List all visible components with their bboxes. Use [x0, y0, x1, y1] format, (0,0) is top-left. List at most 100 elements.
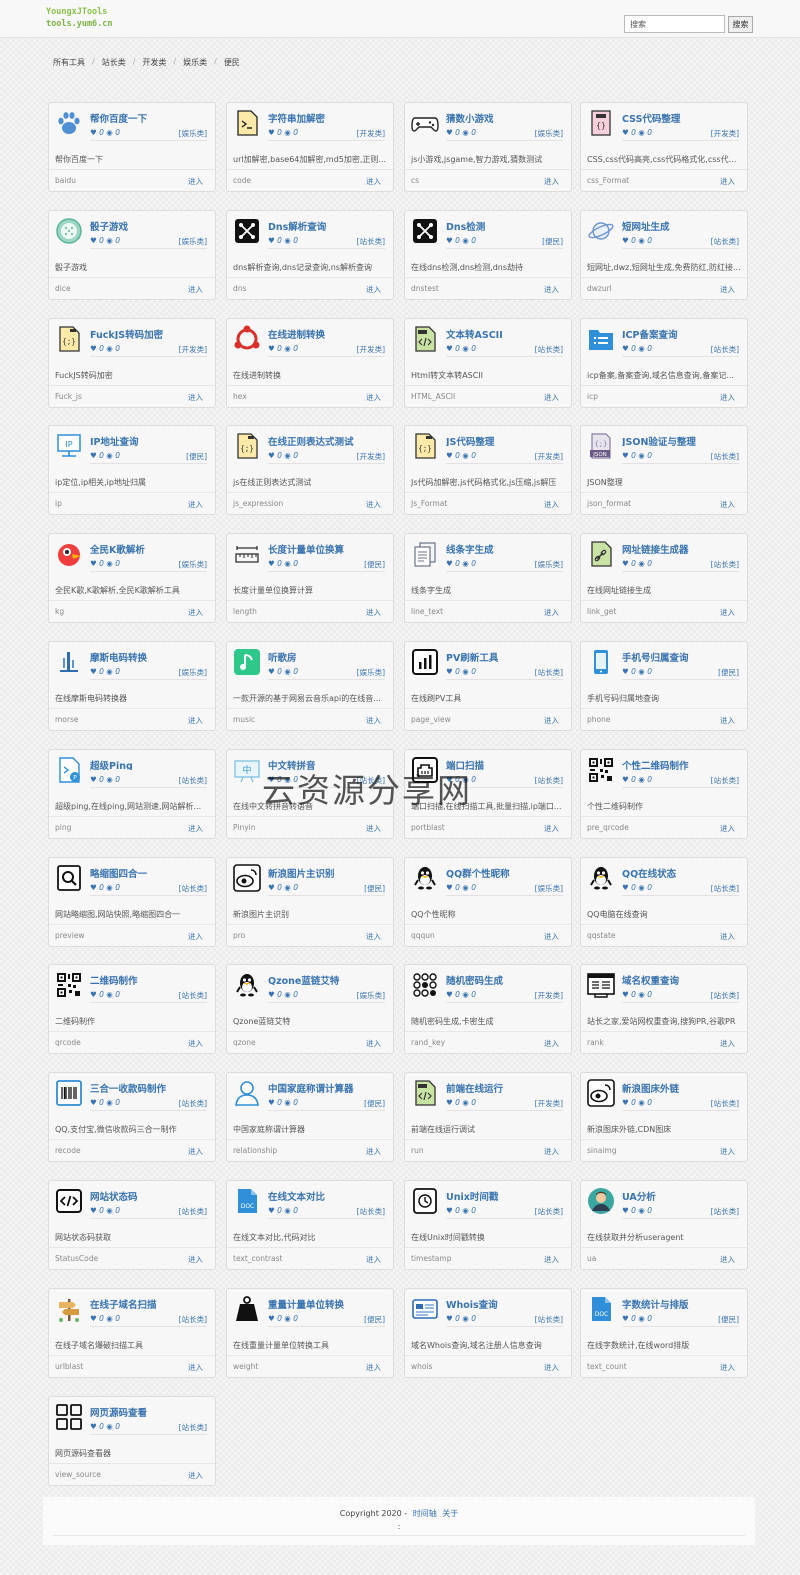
tool-title[interactable]: 线条字生成 — [446, 542, 566, 554]
enter-link[interactable]: 进入 — [720, 715, 735, 726]
tool-title[interactable]: 帮你百度一下 — [90, 111, 210, 123]
tool-card[interactable]: PV刷新工具 ♥ 0 ◉ 0 [站长类] 在线刷PV工具 page_view 进入 — [404, 641, 572, 731]
tool-card[interactable]: 帮你百度一下 ♥ 0 ◉ 0 [娱乐类] 帮你百度一下 baidu 进入 — [48, 102, 216, 192]
category-webmaster[interactable]: 站长类 — [102, 57, 126, 69]
tool-card[interactable]: {} CSS代码整理 ♥ 0 ◉ 0 [开发类] CSS,css代码高亮,css代码格式… — [580, 102, 748, 192]
tool-card[interactable]: 猜数小游戏 ♥ 0 ◉ 0 [娱乐类] js小游戏,jsgame,智力游戏,猜数测试 c… — [404, 102, 572, 192]
enter-link[interactable]: 进入 — [188, 1362, 203, 1373]
tool-card[interactable]: 短网址生成 ♥ 0 ◉ 0 [站长类] 短网址,dwz,短网址生成,免费防红,防红接.… — [580, 210, 748, 300]
tool-title[interactable]: PV刷新工具 — [446, 650, 566, 662]
tool-card[interactable]: P 超级Ping ♥ 0 ◉ 0 [站长类] 超级ping,在线ping,网站测速,网站… — [48, 749, 216, 839]
tool-title[interactable]: Unix时间戳 — [446, 1189, 566, 1201]
enter-link[interactable]: 进入 — [720, 931, 735, 942]
footer-link-timeline[interactable]: 时间轴 — [413, 1509, 437, 1518]
tool-title[interactable]: 新浪图片主识别 — [268, 866, 388, 878]
enter-link[interactable]: 进入 — [720, 1254, 735, 1265]
tool-card[interactable]: 网址链接生成器 ♥ 0 ◉ 0 [站长类] 在线网址链接生成 link_get 进入 — [580, 533, 748, 623]
enter-link[interactable]: 进入 — [188, 499, 203, 510]
tool-card[interactable]: Dns检测 ♥ 0 ◉ 0 [便民] 在线dns检测,dns检测,dns劫持 dnste… — [404, 210, 572, 300]
tool-card[interactable]: Unix时间戳 ♥ 0 ◉ 0 [站长类] 在线Unix时间戳转换 timestamp 进… — [404, 1180, 572, 1270]
tool-card[interactable]: 在线子域名扫描 ♥ 0 ◉ 0 [站长类] 在线子域名爆破扫描工具 urlblast 进入 — [48, 1288, 216, 1378]
enter-link[interactable]: 进入 — [544, 1362, 559, 1373]
tool-card[interactable]: 网页源码查看 ♥ 0 ◉ 0 [站长类] 网页源码查看器 view_source 进入 — [48, 1396, 216, 1486]
tool-title[interactable]: 全民K歌解析 — [90, 542, 210, 554]
tool-title[interactable]: FuckJS转码加密 — [90, 327, 210, 339]
enter-link[interactable]: 进入 — [720, 823, 735, 834]
tool-title[interactable]: 骰子游戏 — [90, 219, 210, 231]
tool-title[interactable]: 手机号归属查询 — [622, 650, 742, 662]
tool-card[interactable]: 二维码制作 ♥ 0 ◉ 0 [站长类] 二维码制作 qrcode 进入 — [48, 964, 216, 1054]
tool-card[interactable]: 字符串加解密 ♥ 0 ◉ 0 [开发类] url加解密,base64加解密,md5加密… — [226, 102, 394, 192]
enter-link[interactable]: 进入 — [188, 931, 203, 942]
tool-title[interactable]: ICP备案查询 — [622, 327, 742, 339]
enter-link[interactable]: 进入 — [366, 1254, 381, 1265]
enter-link[interactable]: 进入 — [366, 176, 381, 187]
tool-title[interactable]: 在线正则表达式测试 — [268, 434, 388, 446]
enter-link[interactable]: 进入 — [188, 823, 203, 834]
tool-card[interactable]: 在线进制转换 ♥ 0 ◉ 0 [开发类] 在线进制转换 hex 进入 — [226, 318, 394, 408]
tool-card[interactable]: 端口扫描 ♥ 0 ◉ 0 [站长类] 端口扫描,在线扫描工具,批量扫描,ip端口...… — [404, 749, 572, 839]
enter-link[interactable]: 进入 — [720, 1146, 735, 1157]
enter-link[interactable]: 进入 — [188, 1470, 203, 1481]
tool-title[interactable]: Whois查询 — [446, 1297, 566, 1309]
tool-title[interactable]: UA分析 — [622, 1189, 742, 1201]
tool-card[interactable]: 中国家庭称谓计算器 ♥ 0 ◉ 0 [便民] 中国家庭称谓计算器 relationshi… — [226, 1072, 394, 1162]
enter-link[interactable]: 进入 — [366, 1038, 381, 1049]
tool-title[interactable]: 字数统计与排版 — [622, 1297, 742, 1309]
enter-link[interactable]: 进入 — [720, 284, 735, 295]
tool-card[interactable]: DOC 在线文本对比 ♥ 0 ◉ 0 [站长类] 在线文本对比,代码对比 text_con… — [226, 1180, 394, 1270]
tool-card[interactable]: UA分析 ♥ 0 ◉ 0 [站长类] 在线获取并分析useragent ua 进入 — [580, 1180, 748, 1270]
tool-card[interactable]: 网站状态码 ♥ 0 ◉ 0 [站长类] 网站状态码获取 StatusCode 进入 — [48, 1180, 216, 1270]
tool-card[interactable]: QQ在线状态 ♥ 0 ◉ 0 [站长类] QQ电脑在线查询 qqstate 进入 — [580, 857, 748, 947]
enter-link[interactable]: 进入 — [720, 392, 735, 403]
tool-card[interactable]: 个性二维码制作 ♥ 0 ◉ 0 [站长类] 个性二维码制作 pre_qrcode 进入 — [580, 749, 748, 839]
enter-link[interactable]: 进入 — [544, 823, 559, 834]
tool-title[interactable]: 中文转拼音 — [268, 758, 388, 770]
enter-link[interactable]: 进入 — [720, 1038, 735, 1049]
enter-link[interactable]: 进入 — [366, 715, 381, 726]
enter-link[interactable]: 进入 — [544, 499, 559, 510]
tool-card[interactable]: {;} JSON JSON验证与整理 ♥ 0 ◉ 0 [站长类] JSON整理 json_f… — [580, 425, 748, 515]
tool-title[interactable]: 文本转ASCII — [446, 327, 566, 339]
tool-title[interactable]: 短网址生成 — [622, 219, 742, 231]
enter-link[interactable]: 进入 — [720, 607, 735, 618]
category-dev[interactable]: 开发类 — [142, 57, 166, 69]
tool-card[interactable]: 长度计量单位换算 ♥ 0 ◉ 0 [便民] 长度计量单位换算计算 length 进入 — [226, 533, 394, 623]
tool-title[interactable]: IP地址查询 — [90, 434, 210, 446]
tool-title[interactable]: QQ群个性昵称 — [446, 866, 566, 878]
tool-title[interactable]: 略缩图四合一 — [90, 866, 210, 878]
enter-link[interactable]: 进入 — [544, 1146, 559, 1157]
tool-title[interactable]: 网站状态码 — [90, 1189, 210, 1201]
tool-card[interactable]: 手机号归属查询 ♥ 0 ◉ 0 [便民] 手机号码归属地查询 phone 进入 — [580, 641, 748, 731]
enter-link[interactable]: 进入 — [720, 1362, 735, 1373]
tool-card[interactable]: {;} FuckJS转码加密 ♥ 0 ◉ 0 [开发类] FuckJS转码加密 Fuck_… — [48, 318, 216, 408]
tool-card[interactable]: DOC 字数统计与排版 ♥ 0 ◉ 0 [便民] 在线字数统计,在线word排版 text… — [580, 1288, 748, 1378]
tool-title[interactable]: 个性二维码制作 — [622, 758, 742, 770]
enter-link[interactable]: 进入 — [188, 284, 203, 295]
search-input[interactable] — [624, 15, 725, 33]
tool-card[interactable]: 线条字生成 ♥ 0 ◉ 0 [娱乐类] 线条字生成 line_text 进入 — [404, 533, 572, 623]
enter-link[interactable]: 进入 — [544, 1254, 559, 1265]
enter-link[interactable]: 进入 — [544, 607, 559, 618]
tool-card[interactable]: 新浪图片主识别 ♥ 0 ◉ 0 [便民] 新浪图片主识别 pro 进入 — [226, 857, 394, 947]
enter-link[interactable]: 进入 — [366, 392, 381, 403]
tool-card[interactable]: 三合一收款码制作 ♥ 0 ◉ 0 [站长类] QQ,支付宝,微信收款码三合一制作 rec… — [48, 1072, 216, 1162]
tool-title[interactable]: 在线子域名扫描 — [90, 1297, 210, 1309]
tool-card[interactable]: 摩斯电码转换 ♥ 0 ◉ 0 [娱乐类] 在线摩斯电码转换器 morse 进入 — [48, 641, 216, 731]
tool-title[interactable]: 超级Ping — [90, 758, 210, 770]
enter-link[interactable]: 进入 — [188, 607, 203, 618]
tool-title[interactable]: 二维码制作 — [90, 973, 210, 985]
tool-title[interactable]: 随机密码生成 — [446, 973, 566, 985]
tool-title[interactable]: 长度计量单位换算 — [268, 542, 388, 554]
enter-link[interactable]: 进入 — [544, 392, 559, 403]
tool-title[interactable]: JS代码整理 — [446, 434, 566, 446]
enter-link[interactable]: 进入 — [720, 499, 735, 510]
enter-link[interactable]: 进入 — [544, 176, 559, 187]
enter-link[interactable]: 进入 — [188, 392, 203, 403]
tool-card[interactable]: 域名权重查询 ♥ 0 ◉ 0 [站长类] 站长之家,爱站网权重查询,搜狗PR,谷歌PR… — [580, 964, 748, 1054]
tool-title[interactable]: 端口扫描 — [446, 758, 566, 770]
tool-card[interactable]: QQ群个性昵称 ♥ 0 ◉ 0 [娱乐类] QQ个性昵称 qqqun 进入 — [404, 857, 572, 947]
tool-card[interactable]: ICP备案查询 ♥ 0 ◉ 0 [站长类] icp备案,备案查询,域名信息查询,备案记… — [580, 318, 748, 408]
tool-card[interactable]: 全民K歌解析 ♥ 0 ◉ 0 [娱乐类] 全民K歌,K歌解析,全民K歌解析工具 kg 进入 — [48, 533, 216, 623]
tool-title[interactable]: CSS代码整理 — [622, 111, 742, 123]
